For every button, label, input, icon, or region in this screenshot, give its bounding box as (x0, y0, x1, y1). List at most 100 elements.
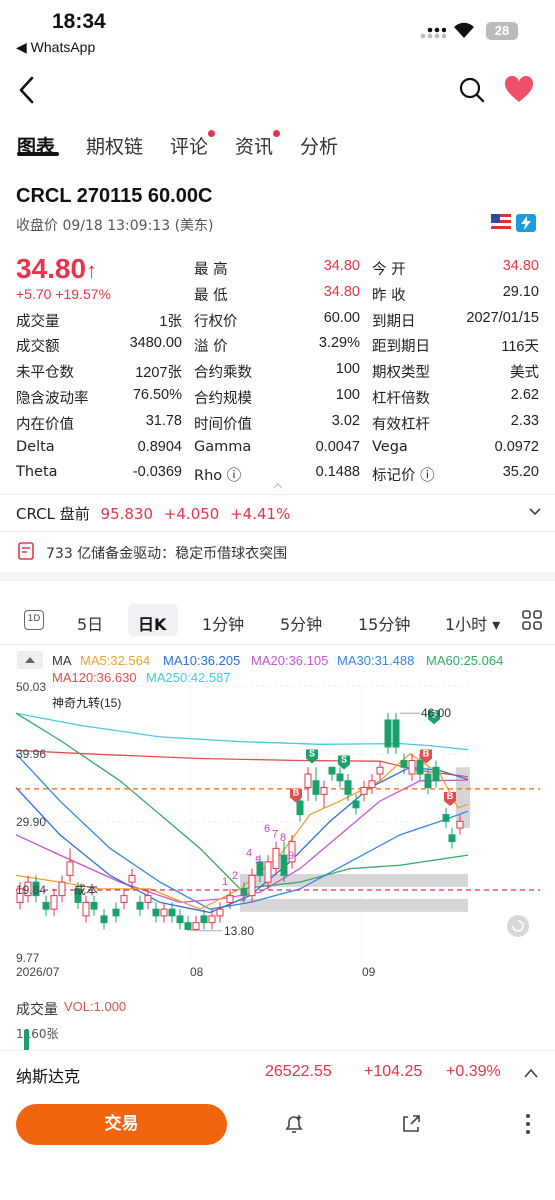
lightning-icon (516, 214, 536, 232)
trade-button[interactable]: 交易 (16, 1104, 227, 1145)
chart-tab-1d[interactable]: 1D (24, 610, 44, 630)
quote-label: 最 低 (194, 287, 228, 304)
last-price: 34.80↑ (16, 253, 98, 284)
quote-value: 0.0972 (494, 438, 539, 455)
collapse-caret-icon[interactable] (272, 482, 284, 490)
candle (152, 908, 160, 917)
candlestick-chart[interactable]: SSSBBB123456 7 8950.0339.9629.9019.849.77成… (0, 680, 555, 980)
chart-tab-5day[interactable]: 5日 (77, 611, 103, 635)
back-arrow-icon[interactable] (14, 74, 44, 106)
price-alert-bell-icon[interactable] (282, 1112, 306, 1136)
candle (280, 854, 288, 876)
candle (128, 874, 136, 883)
quote-value: 31.78 (145, 412, 182, 429)
divider (0, 494, 555, 495)
candle (112, 908, 120, 917)
quote-value: 2.33 (510, 412, 539, 429)
quote-value: 2027/01/15 (466, 309, 539, 326)
candle (360, 787, 368, 795)
sell-signal-label: S (309, 748, 315, 758)
index-ticker-bar[interactable]: 纳斯达克 26522.55 +104.25 +0.39% (0, 1050, 555, 1094)
chart-tab-5min[interactable]: 5分钟 (280, 611, 322, 635)
chevron-down-icon[interactable] (528, 507, 542, 517)
td-count: 1 (222, 876, 228, 888)
candle (352, 800, 360, 809)
quote-label: 溢 价 (194, 339, 228, 356)
grid-menu-icon[interactable] (522, 610, 542, 630)
quote-value: 34.80 (323, 283, 360, 300)
premarket-price: 95.830 (100, 505, 154, 523)
favorite-heart-icon[interactable] (503, 76, 535, 104)
y-axis-label: 50.03 (16, 680, 46, 694)
quote-value: 3480.00 (129, 335, 182, 352)
support-zone (240, 899, 468, 912)
candle (192, 922, 200, 930)
candle (424, 773, 432, 789)
legend-toggle-button[interactable] (17, 651, 43, 669)
wifi-icon (454, 22, 474, 38)
td-count: 5 (255, 855, 261, 867)
buy-signal-label: B (447, 791, 454, 801)
td-count: 9 (288, 850, 294, 862)
candle (176, 915, 184, 924)
close-time: 收盘价 09/18 13:09:13 (美东) (16, 218, 214, 234)
candle (90, 901, 98, 910)
chart-tab-1hour[interactable]: 1小时 ▾ (445, 611, 500, 635)
volume-axis-label: 1160张 (16, 1027, 59, 1041)
buy-signal-label: B (293, 788, 300, 798)
y-axis-label: 9.77 (16, 951, 40, 965)
candle (100, 915, 108, 924)
chevron-up-icon[interactable] (523, 1067, 539, 1079)
news-headline[interactable]: 733 亿储备金驱动：稳定币借球衣突围 (46, 543, 287, 563)
tab-news[interactable]: 资讯 (235, 132, 273, 159)
price-change: +5.70 +19.57% (16, 286, 111, 302)
ma-label: MA (52, 653, 72, 668)
y-axis-label: 29.90 (16, 815, 46, 829)
premarket-pct: +4.41% (230, 505, 291, 523)
candle (264, 861, 272, 883)
us-flag-icon (491, 214, 511, 232)
premarket-change: +4.050 (163, 505, 220, 523)
candle (442, 814, 450, 822)
x-axis-label: 2026/07 (16, 965, 60, 979)
volume-value: VOL:1.000 (64, 999, 127, 1014)
quote-value: 60.00 (323, 309, 360, 326)
battery-indicator: 28 (486, 22, 518, 40)
td-count: 4 (246, 847, 252, 859)
back-to-app-link[interactable]: ◀ WhatsApp (16, 39, 95, 56)
candle (226, 895, 234, 903)
ma20-value: MA20:36.105 (251, 653, 329, 668)
chart-tab-15min[interactable]: 15分钟 (358, 611, 410, 635)
candle (168, 908, 176, 917)
tab-comments[interactable]: 评论 (170, 132, 208, 159)
candle (216, 908, 224, 917)
quote-label: 今 开 (372, 262, 406, 278)
chart-tab-1min[interactable]: 1分钟 (202, 611, 244, 635)
quote-label: 到期日 (372, 313, 416, 330)
volume-bar (24, 1030, 29, 1050)
chart-tab-daily[interactable]: 日K (138, 611, 166, 635)
candle (384, 719, 392, 748)
candle (312, 780, 320, 795)
tab-analysis[interactable]: 分析 (300, 132, 338, 159)
td-count: 2 (232, 870, 238, 882)
candle (416, 760, 424, 775)
y-axis-label: 19.84 (16, 883, 46, 897)
more-options-icon[interactable] (520, 1112, 536, 1136)
td-count: 3 (240, 892, 246, 904)
premarket-row[interactable]: CRCL 盘前 95.830 +4.050 +4.41% (16, 503, 290, 524)
candle (272, 847, 280, 870)
quote-value: 美式 (510, 365, 539, 382)
tab-option-chain[interactable]: 期权链 (86, 132, 143, 159)
index-pct: +0.39% (446, 1063, 501, 1080)
divider (0, 531, 555, 532)
quote-label: 成交量 (16, 313, 60, 330)
quote-label: Rho ⓘ (194, 468, 242, 485)
share-icon[interactable] (399, 1112, 423, 1136)
candle (392, 719, 400, 748)
quote-value: 76.50% (132, 387, 182, 403)
candle (448, 834, 456, 843)
candle (120, 895, 128, 903)
search-icon[interactable] (458, 76, 486, 104)
td-count: 7 (272, 829, 278, 841)
